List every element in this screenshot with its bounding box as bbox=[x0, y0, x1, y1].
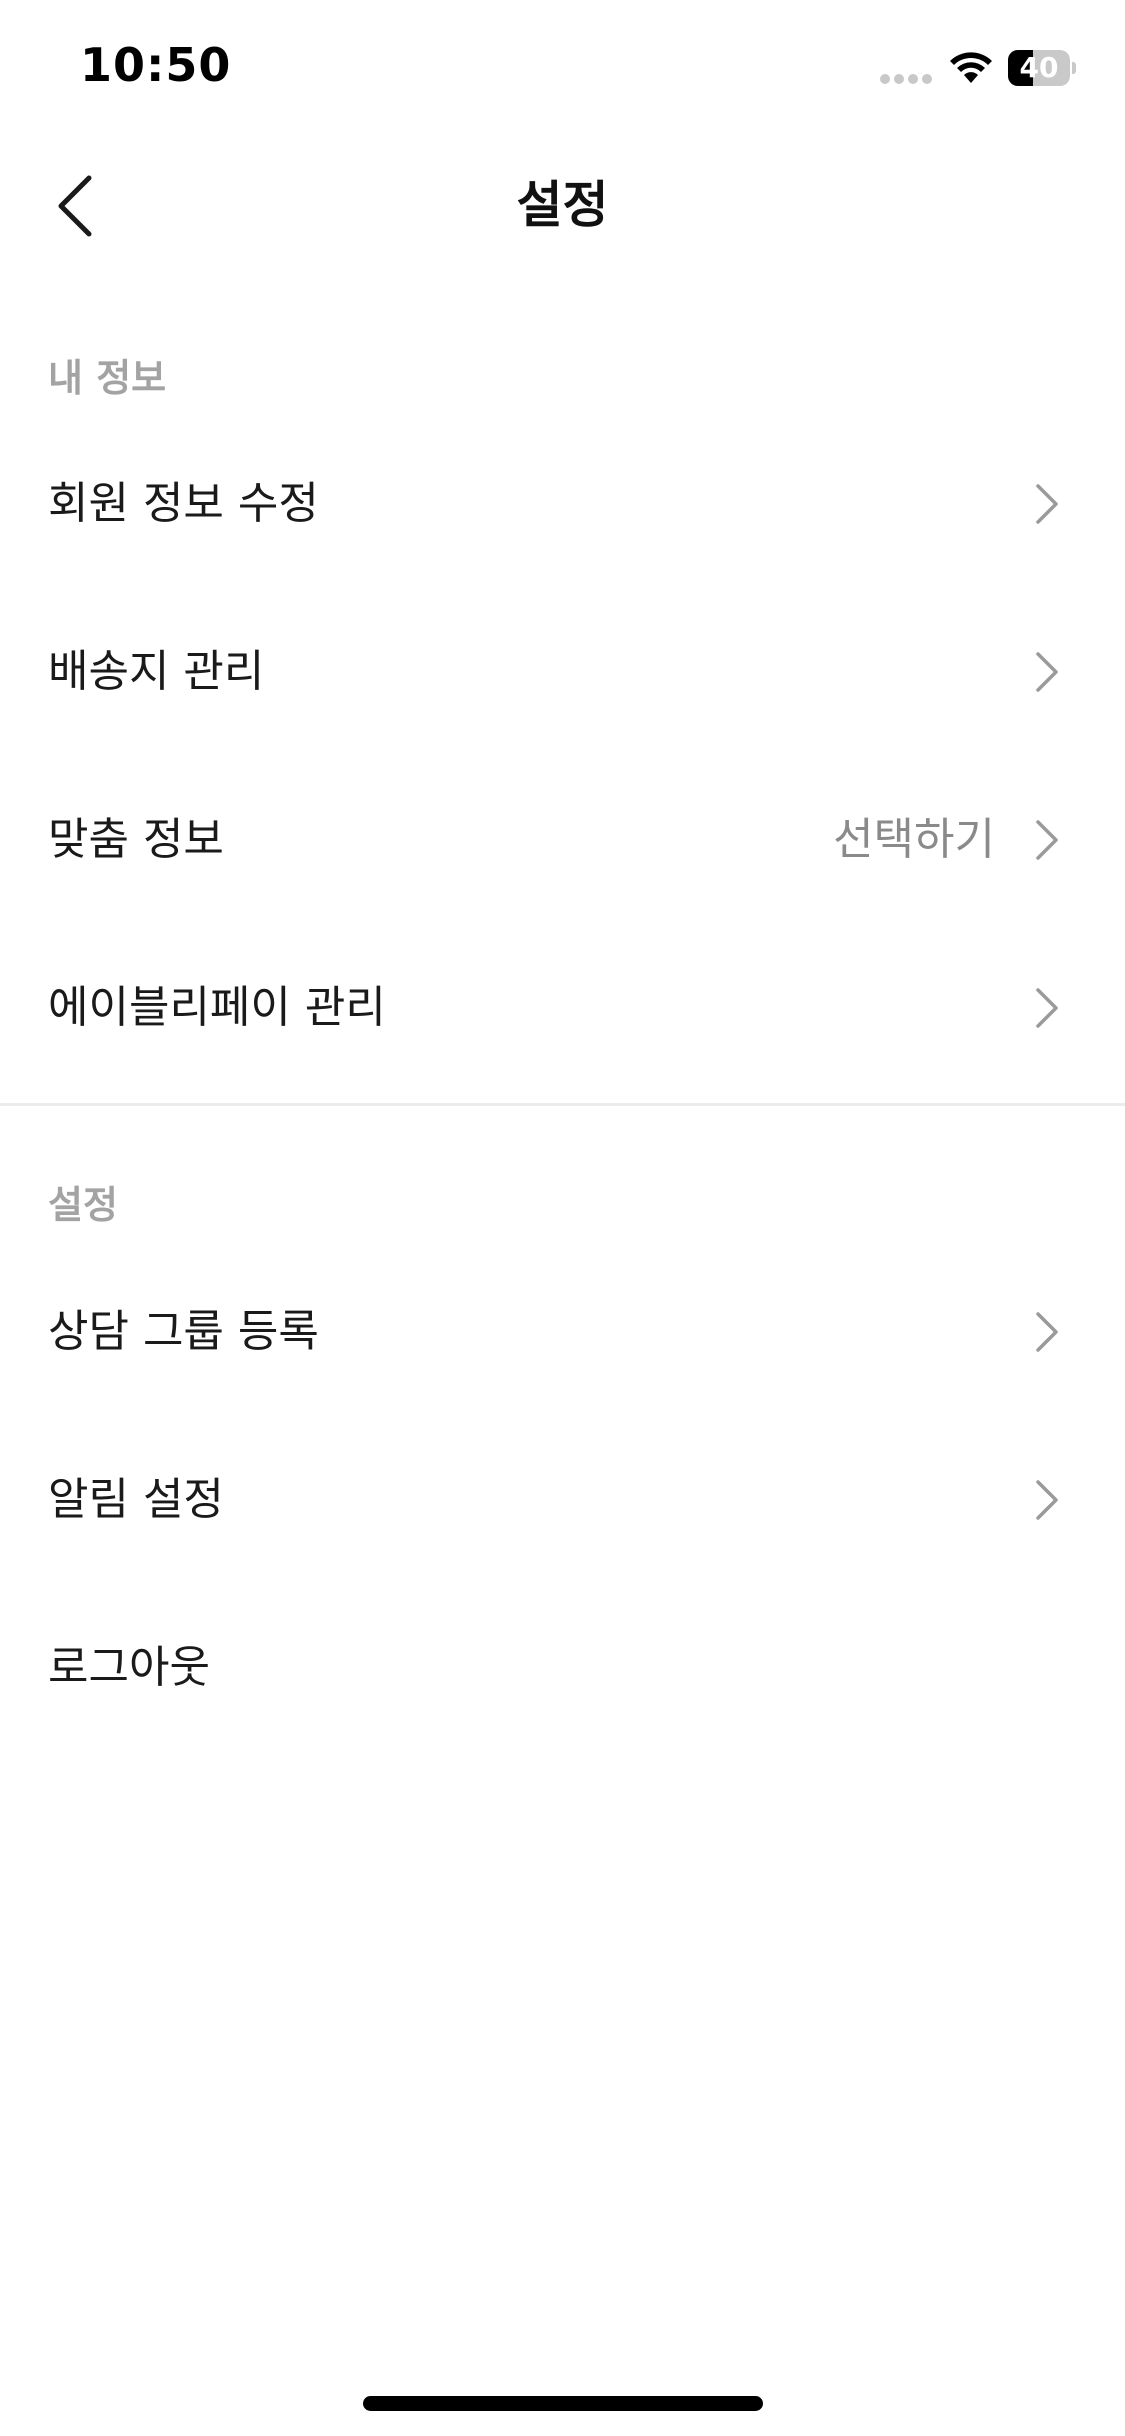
chevron-right-icon bbox=[1036, 652, 1058, 692]
menu-item-custom-info[interactable]: 맞춤 정보 선택하기 bbox=[0, 756, 1125, 924]
chevron-right-icon bbox=[1036, 820, 1058, 860]
section-header-my-info: 내 정보 bbox=[48, 356, 167, 400]
chevron-right-icon bbox=[1036, 1312, 1058, 1352]
menu-item-label: 에이블리페이 관리 bbox=[48, 982, 386, 1033]
section-header-settings: 설정 bbox=[48, 1183, 118, 1227]
menu-item-edit-member-info[interactable]: 회원 정보 수정 bbox=[0, 420, 1125, 588]
wifi-icon bbox=[950, 52, 992, 83]
chevron-right-icon bbox=[1036, 988, 1058, 1028]
cellular-signal-icon bbox=[880, 74, 934, 84]
menu-item-value: 선택하기 bbox=[833, 814, 995, 865]
chevron-right-icon bbox=[1036, 484, 1058, 524]
menu-item-logout[interactable]: 로그아웃 bbox=[0, 1584, 1125, 1752]
menu-item-label: 알림 설정 bbox=[48, 1474, 224, 1525]
menu-item-label: 상담 그룹 등록 bbox=[48, 1306, 319, 1357]
battery-level: 40 bbox=[1019, 51, 1059, 84]
status-bar: 10:50 40 bbox=[0, 0, 1125, 140]
section-divider bbox=[0, 1103, 1125, 1106]
home-indicator[interactable] bbox=[363, 2396, 763, 2411]
menu-item-label: 로그아웃 bbox=[48, 1642, 210, 1693]
chevron-right-icon bbox=[1036, 1480, 1058, 1520]
battery-icon: 40 bbox=[1008, 50, 1076, 86]
status-time: 10:50 bbox=[80, 38, 232, 92]
page-title: 설정 bbox=[516, 176, 609, 234]
menu-item-label: 배송지 관리 bbox=[48, 646, 265, 697]
chevron-left-icon bbox=[58, 175, 92, 237]
menu-item-label: 맞춤 정보 bbox=[48, 814, 224, 865]
navigation-bar: 설정 bbox=[0, 140, 1125, 270]
menu-item-notification-settings[interactable]: 알림 설정 bbox=[0, 1416, 1125, 1584]
menu-item-shipping-address[interactable]: 배송지 관리 bbox=[0, 588, 1125, 756]
menu-item-ablypay[interactable]: 에이블리페이 관리 bbox=[0, 924, 1125, 1092]
back-button[interactable] bbox=[40, 166, 110, 246]
menu-item-consult-group[interactable]: 상담 그룹 등록 bbox=[0, 1248, 1125, 1416]
menu-item-label: 회원 정보 수정 bbox=[48, 478, 319, 529]
